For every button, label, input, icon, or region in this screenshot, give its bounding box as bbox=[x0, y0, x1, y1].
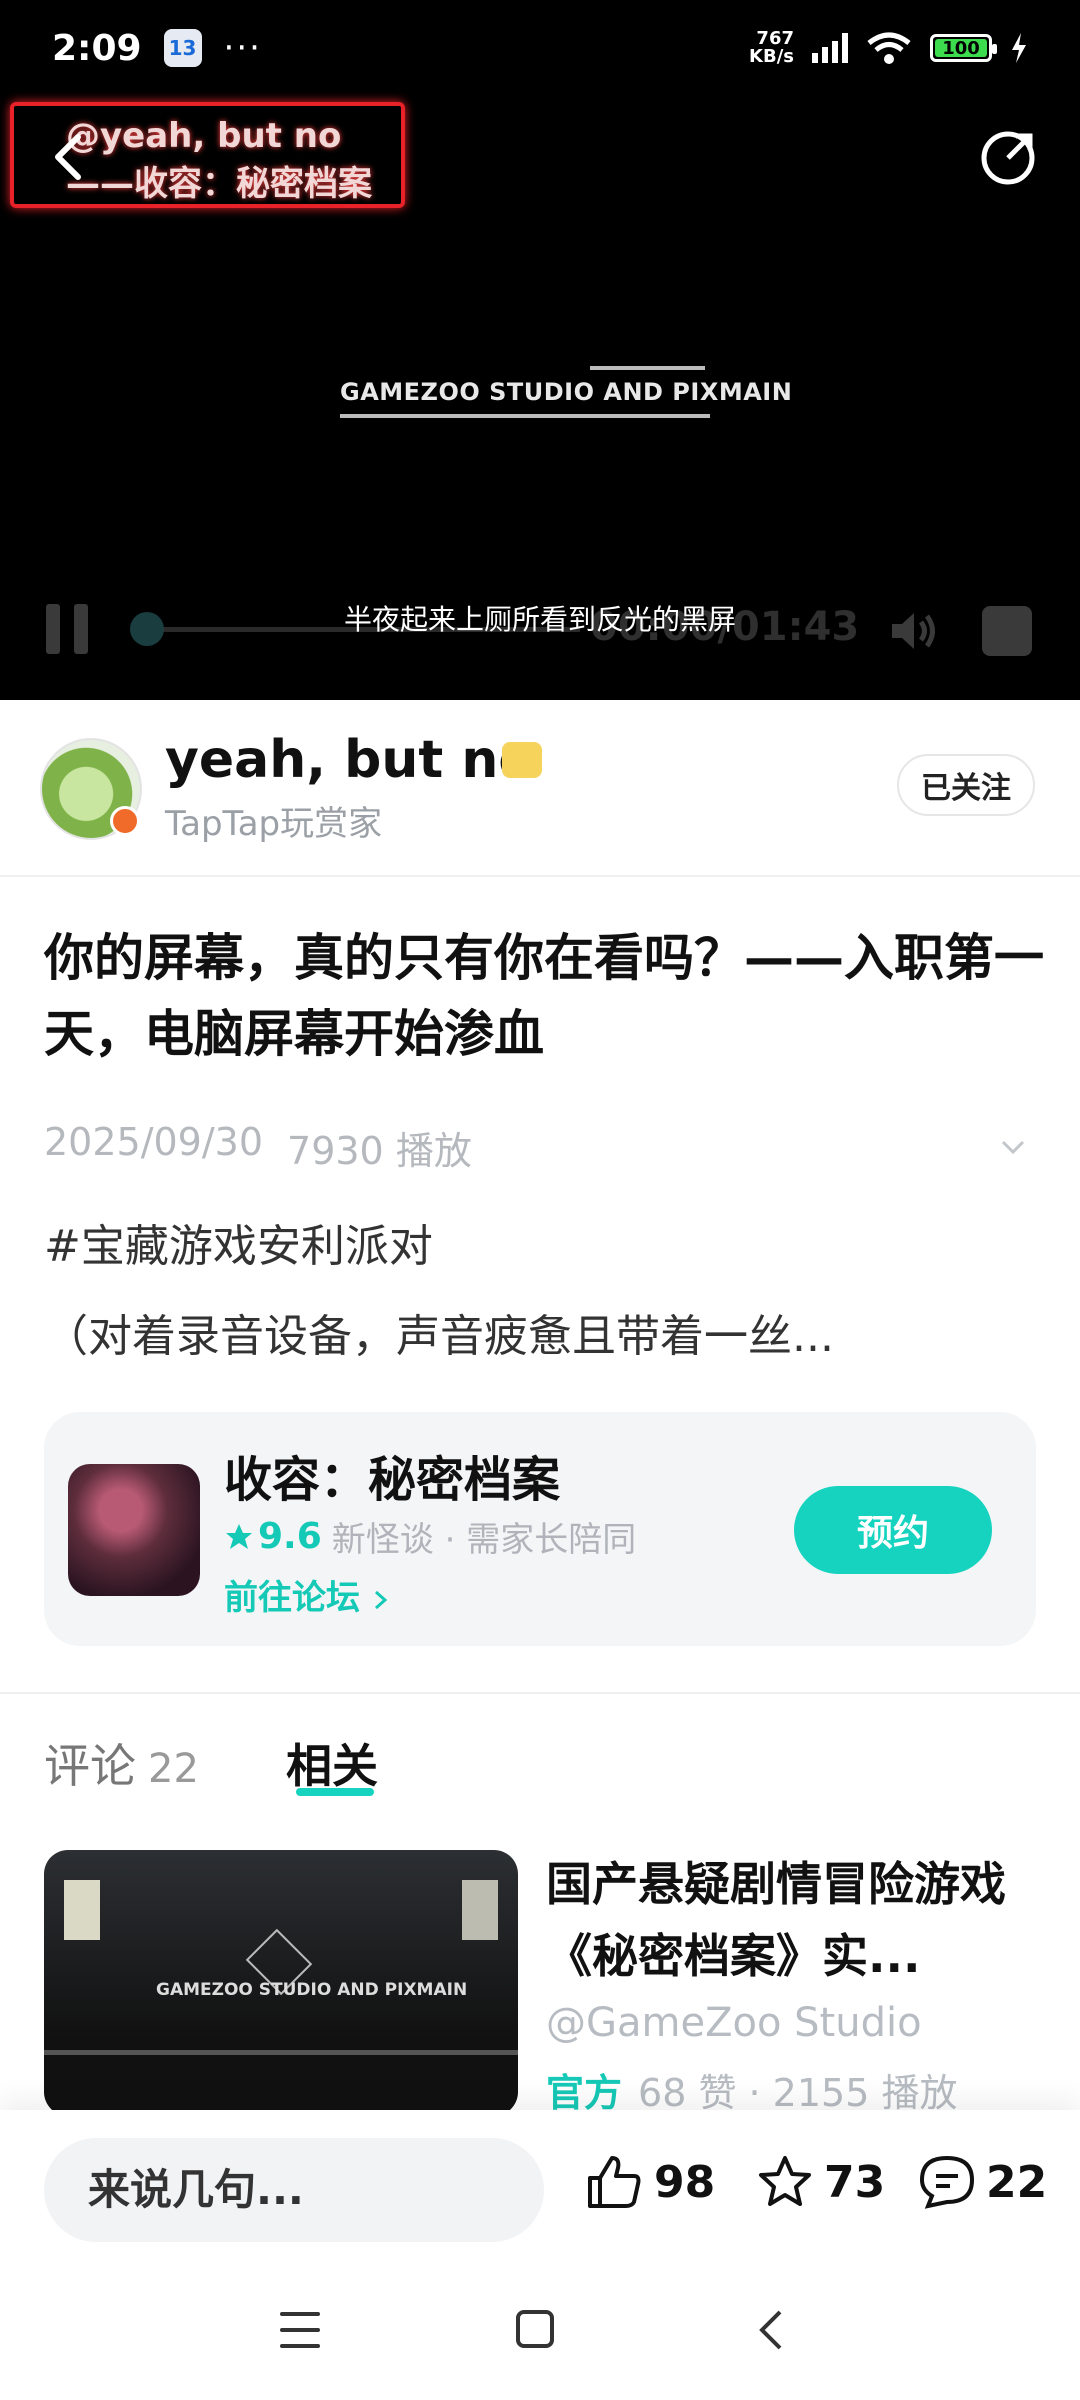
back-icon[interactable] bbox=[48, 132, 88, 182]
related-video-thumbnail[interactable]: GAMEZOO STUDIO AND PIXMAIN bbox=[44, 1850, 518, 2116]
game-rating: 9.6 新怪谈 · 需家长陪同 bbox=[224, 1512, 636, 1561]
calendar-app-icon: 13 bbox=[163, 29, 202, 67]
post-meta: 2025/09/30 7930 播放 bbox=[44, 1120, 472, 1175]
comment-input[interactable]: 来说几句... bbox=[44, 2138, 544, 2242]
bottom-action-bar: 来说几句... 98 73 22 bbox=[0, 2110, 1080, 2260]
star-icon bbox=[226, 1523, 252, 1549]
avatar[interactable] bbox=[40, 738, 142, 840]
network-speed: 767 KB/s bbox=[749, 28, 794, 67]
comments-button[interactable]: 22 bbox=[918, 2154, 1047, 2210]
post-title: 你的屏幕，真的只有你在看吗？——入职第一天，电脑屏幕开始渗血 bbox=[44, 929, 1044, 1063]
studio-caption: GAMEZOO STUDIO AND PIXMAIN bbox=[340, 366, 792, 418]
game-tags: 新怪谈 · 需家长陪同 bbox=[331, 1520, 637, 1560]
related-video-stats: 官方 68 赞 · 2155 播放 bbox=[546, 2071, 958, 2115]
chevron-right-icon bbox=[374, 1590, 388, 1609]
game-card[interactable]: 收容：秘密档案 9.6 新怪谈 · 需家长陪同 前往论坛 预约 bbox=[44, 1412, 1036, 1646]
comment-icon bbox=[919, 2155, 975, 2209]
author-title: TapTap玩赏家 bbox=[165, 804, 383, 844]
status-time: 2:09 bbox=[52, 27, 142, 69]
post-plays: 7930 播放 bbox=[287, 1129, 472, 1173]
follow-button[interactable]: 已关注 bbox=[897, 754, 1035, 816]
author-name[interactable]: yeah, but no bbox=[165, 730, 534, 790]
star-outline-icon bbox=[759, 2156, 811, 2206]
share-icon[interactable] bbox=[978, 128, 1038, 188]
video-player[interactable]: 2:09 13 ··· 767 KB/s 100 @yeah, but no —… bbox=[0, 0, 1080, 700]
related-video-title[interactable]: 国产悬疑剧情冒险游戏《秘密档案》实... bbox=[546, 1848, 1036, 1992]
related-video-author[interactable]: @GameZoo Studio bbox=[546, 2000, 922, 2046]
game-icon[interactable] bbox=[68, 1464, 200, 1596]
tab-related[interactable]: 相关 bbox=[286, 1730, 378, 1796]
verified-badge-icon bbox=[110, 806, 140, 836]
post-hashtag[interactable]: #宝藏游戏安利派对 bbox=[44, 1210, 433, 1274]
like-button[interactable]: 98 bbox=[586, 2154, 715, 2210]
charging-icon bbox=[1010, 33, 1028, 63]
favorite-button[interactable]: 73 bbox=[756, 2154, 885, 2210]
home-icon[interactable] bbox=[516, 2310, 554, 2348]
forum-link[interactable]: 前往论坛 bbox=[224, 1570, 390, 1619]
menu-icon[interactable] bbox=[280, 2312, 320, 2348]
author-row: yeah, but no TapTap玩赏家 已关注 bbox=[0, 700, 1080, 877]
game-score: 9.6 bbox=[258, 1516, 322, 1557]
more-notifications-icon: ··· bbox=[223, 28, 262, 68]
section-divider bbox=[0, 1692, 1080, 1694]
level-badge-icon bbox=[502, 742, 542, 778]
thumbs-up-icon bbox=[588, 2156, 641, 2208]
official-badge: 官方 bbox=[546, 2071, 623, 2115]
system-back-icon[interactable] bbox=[756, 2308, 786, 2352]
tab-indicator bbox=[296, 1788, 374, 1796]
video-subtitle: 半夜起来上厕所看到反光的黑屏 bbox=[343, 603, 736, 636]
chevron-down-icon[interactable] bbox=[998, 1132, 1028, 1162]
battery-icon: 100 bbox=[930, 34, 997, 62]
wifi-icon bbox=[866, 31, 912, 65]
post-date: 2025/09/30 bbox=[44, 1120, 264, 1164]
game-name: 收容：秘密档案 bbox=[224, 1452, 561, 1508]
reserve-button[interactable]: 预约 bbox=[794, 1486, 992, 1574]
system-navigation-bar bbox=[0, 2260, 1080, 2400]
tab-comments[interactable]: 评论 22 bbox=[44, 1730, 199, 1796]
signal-icon bbox=[812, 33, 848, 63]
status-bar: 2:09 13 ··· 767 KB/s 100 bbox=[0, 0, 1080, 96]
post-description[interactable]: （对着录音设备，声音疲惫且带着一丝... bbox=[44, 1300, 1044, 1364]
